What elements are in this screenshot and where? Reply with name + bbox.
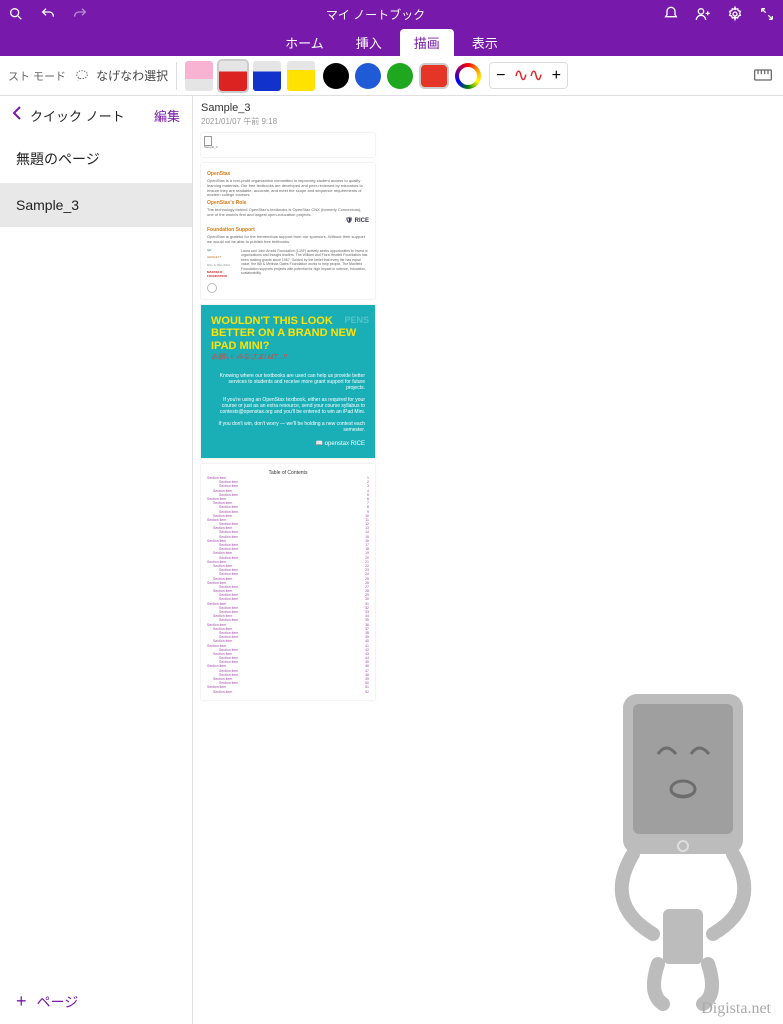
maxfield-logo: MAXFIELD FOUNDATION (207, 271, 237, 278)
lasso-select-button[interactable]: なげなわ選択 (74, 67, 168, 84)
settings-icon[interactable] (727, 6, 743, 22)
search-icon[interactable] (8, 6, 24, 22)
pdf-page-1: OpenStax OpenStax is a non-profit organi… (201, 163, 375, 299)
digista-mascot-icon (573, 674, 773, 1014)
draw-toolbar: スト モード なげなわ選択 − ∿∿ + (0, 56, 783, 96)
pdf-page-toc: Table of Contents Section item1Section i… (201, 464, 375, 700)
gates-logo: BILL & MELINDA (207, 264, 237, 268)
pdf-page-thumb: Sample_3 (201, 133, 375, 157)
page-sidebar: クイック ノート 編集 無題のページ Sample_3 + ページ (0, 96, 193, 1024)
undo-icon[interactable] (40, 6, 56, 22)
toc-entry: Section item52 (207, 690, 369, 694)
page-item-untitled[interactable]: 無題のページ (0, 135, 192, 183)
highlighter-tool[interactable] (287, 61, 315, 91)
tab-home[interactable]: ホーム (271, 29, 338, 56)
back-button[interactable] (12, 106, 22, 125)
color-palette (323, 63, 481, 89)
document-meta: 2021/01/07 午前 9:18 (193, 116, 783, 133)
stroke-wave-icon: ∿∿ (513, 65, 543, 86)
mode-label: スト モード (8, 68, 66, 84)
notebook-title: マイ ノートブック (88, 6, 663, 23)
rice-logo: 🛡 RICE (345, 218, 369, 225)
note-canvas[interactable]: Sample_3 2021/01/07 午前 9:18 Sample_3 Ope… (193, 96, 783, 1024)
page-item-sample3[interactable]: Sample_3 (0, 183, 192, 227)
section-title: クイック ノート (30, 106, 146, 125)
ljaf-logo: ljaf (207, 249, 237, 253)
circle-logo (207, 283, 217, 293)
tab-insert[interactable]: 挿入 (342, 29, 396, 56)
edit-pages-button[interactable]: 編集 (154, 106, 180, 125)
color-green[interactable] (387, 63, 413, 89)
tab-view[interactable]: 表示 (458, 29, 512, 56)
pdf-page-teal: PENS WOULDN'T THIS LOOK BETTER ON A BRAN… (201, 305, 375, 459)
stroke-width-control: − ∿∿ + (489, 62, 568, 89)
color-red[interactable] (419, 63, 449, 89)
document-title: Sample_3 (193, 96, 783, 116)
hewlett-logo: HEWLETT (207, 256, 237, 260)
notification-icon[interactable] (663, 6, 679, 22)
stroke-minus-button[interactable]: − (496, 67, 505, 85)
stroke-plus-button[interactable]: + (552, 67, 561, 85)
pen-blue-tool[interactable] (253, 61, 281, 91)
add-page-button[interactable]: + ページ (0, 979, 192, 1024)
tab-draw[interactable]: 描画 (400, 29, 454, 56)
color-rainbow[interactable] (455, 63, 481, 89)
ribbon-tabs: ホーム 挿入 描画 表示 (0, 28, 783, 56)
add-person-icon[interactable] (695, 6, 711, 22)
color-black[interactable] (323, 63, 349, 89)
pen-red-tool[interactable] (219, 61, 247, 91)
expand-icon[interactable] (759, 6, 775, 22)
watermark-text: Digista.net (701, 1000, 771, 1018)
pen-tools (185, 61, 315, 91)
ruler-icon[interactable] (753, 65, 775, 87)
eraser-tool[interactable] (185, 61, 213, 91)
color-blue[interactable] (355, 63, 381, 89)
plus-icon: + (16, 991, 27, 1012)
redo-icon[interactable] (72, 6, 88, 22)
